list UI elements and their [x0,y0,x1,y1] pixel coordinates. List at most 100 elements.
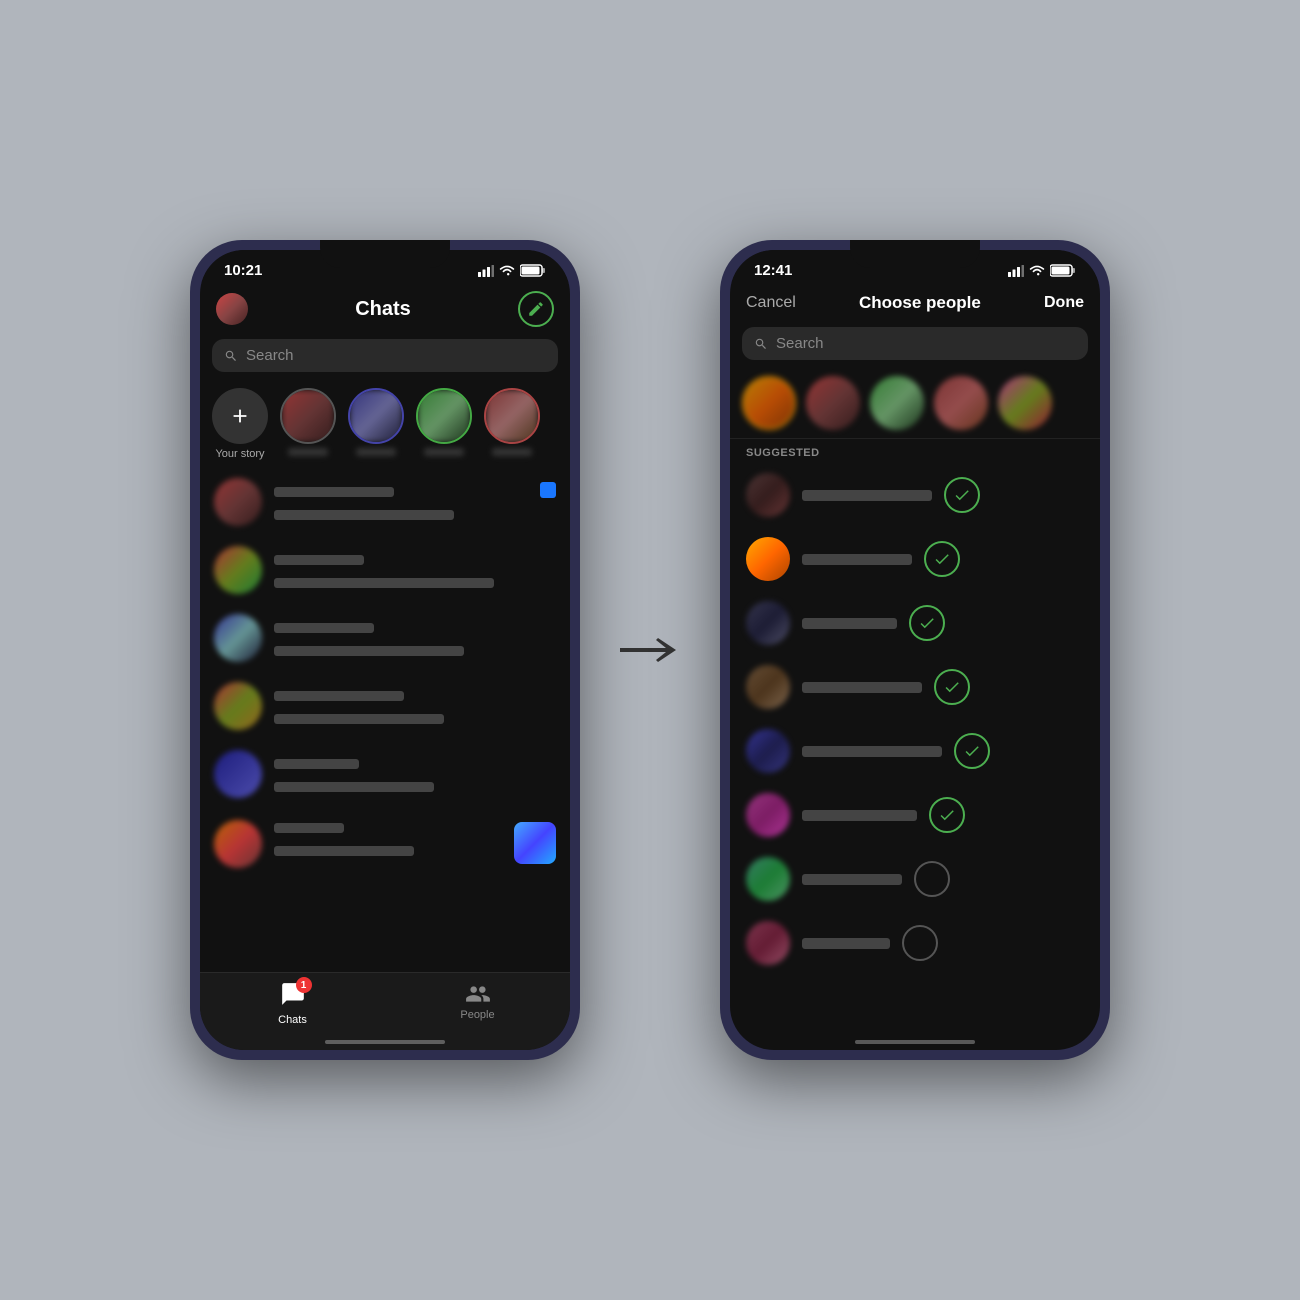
battery-icon-2 [1050,264,1076,277]
cancel-button[interactable]: Cancel [746,294,796,312]
check-circle-4[interactable] [934,669,970,705]
story-name-3 [424,448,464,456]
chat-list [200,468,570,972]
search-placeholder-2: Search [776,335,824,352]
check-circle-7[interactable] [914,861,950,897]
check-circle-8[interactable] [902,925,938,961]
contact-name-1 [802,490,932,501]
chats-header: Chats [200,283,570,335]
your-story-label: Your story [215,448,264,460]
contact-name-4 [802,682,922,693]
contact-avatar-4 [746,665,790,709]
contact-name-8 [802,938,890,949]
wifi-icon [499,265,515,277]
chat-avatar-5 [214,750,262,798]
check-circle-1[interactable] [944,477,980,513]
scroll-avatar-3 [870,376,924,430]
search-icon-1 [224,349,238,363]
contact-name-6 [802,810,917,821]
contact-item-2[interactable] [730,527,1100,591]
status-time-2: 12:41 [754,262,792,279]
checkmark-icon-6 [938,806,956,824]
chat-badge-blue-1 [540,482,556,498]
tab-people[interactable]: People [385,981,570,1026]
contact-avatar-2 [746,537,790,581]
contact-item-5[interactable] [730,719,1100,783]
add-story-button[interactable] [212,388,268,444]
avatar-scroll-row [730,368,1100,439]
chat-item-3[interactable] [200,604,570,672]
phone-2: 12:41 Cancel Choose people Done Search [720,240,1110,1060]
check-circle-5[interactable] [954,733,990,769]
chat-item-4[interactable] [200,672,570,740]
chat-name-4 [274,691,404,701]
check-circle-6[interactable] [929,797,965,833]
tab-bar-1: 1 Chats People [200,972,570,1050]
scroll-avatar-5 [998,376,1052,430]
story-4[interactable] [484,388,540,456]
contact-item-3[interactable] [730,591,1100,655]
contact-item-7[interactable] [730,847,1100,911]
scroll-avatar-2 [806,376,860,430]
contact-item-8[interactable] [730,911,1100,975]
tab-chats-label: Chats [278,1014,307,1026]
your-story-item[interactable]: Your story [212,388,268,460]
status-time-1: 10:21 [224,262,262,279]
chat-item-2[interactable] [200,536,570,604]
chat-name-1 [274,487,394,497]
story-img-4 [486,390,538,442]
tab-people-label: People [460,1009,494,1021]
chat-item-1[interactable] [200,468,570,536]
story-avatar-2 [348,388,404,444]
story-img-2 [350,390,402,442]
story-1[interactable] [280,388,336,456]
checkmark-icon-1 [953,486,971,504]
search-bar-2[interactable]: Search [742,327,1088,360]
chat-item-6[interactable] [200,808,570,878]
chat-item-5[interactable] [200,740,570,808]
search-bar-1[interactable]: Search [212,339,558,372]
contact-avatar-5 [746,729,790,773]
chat-info-2 [274,552,556,588]
plus-icon [229,405,251,427]
contact-item-4[interactable] [730,655,1100,719]
notch-2 [850,240,980,268]
flow-arrow [620,635,680,665]
phone-1-screen: 10:21 Chats Search [200,250,570,1050]
battery-icon [520,264,546,277]
story-name-2 [356,448,396,456]
chat-info-1 [274,484,556,520]
contact-name-7 [802,874,902,885]
user-avatar-small[interactable] [216,293,248,325]
story-2[interactable] [348,388,404,456]
search-placeholder-1: Search [246,347,294,364]
contact-item-1[interactable] [730,463,1100,527]
chat-name-3 [274,623,374,633]
check-circle-3[interactable] [909,605,945,641]
story-avatar-4 [484,388,540,444]
contact-name-3 [802,618,897,629]
signal-icon [478,265,494,277]
contact-item-6[interactable] [730,783,1100,847]
chat-image-badge [514,822,556,864]
home-indicator-1 [325,1040,445,1044]
status-icons-1 [478,264,546,277]
chats-title: Chats [248,298,518,321]
tab-chats[interactable]: 1 Chats [200,981,385,1026]
chat-avatar-4 [214,682,262,730]
done-button[interactable]: Done [1044,294,1084,312]
wifi-icon-2 [1029,265,1045,277]
story-name-1 [288,448,328,456]
story-3[interactable] [416,388,472,456]
story-avatar-3 [416,388,472,444]
story-name-4 [492,448,532,456]
phone-1: 10:21 Chats Search [190,240,580,1060]
chat-info-5 [274,756,556,792]
compose-button[interactable] [518,291,554,327]
contact-avatar-7 [746,857,790,901]
suggested-label: SUGGESTED [730,439,1100,463]
check-circle-2[interactable] [924,541,960,577]
chat-name-2 [274,555,364,565]
compose-icon [527,300,545,318]
choose-header: Cancel Choose people Done [730,283,1100,323]
